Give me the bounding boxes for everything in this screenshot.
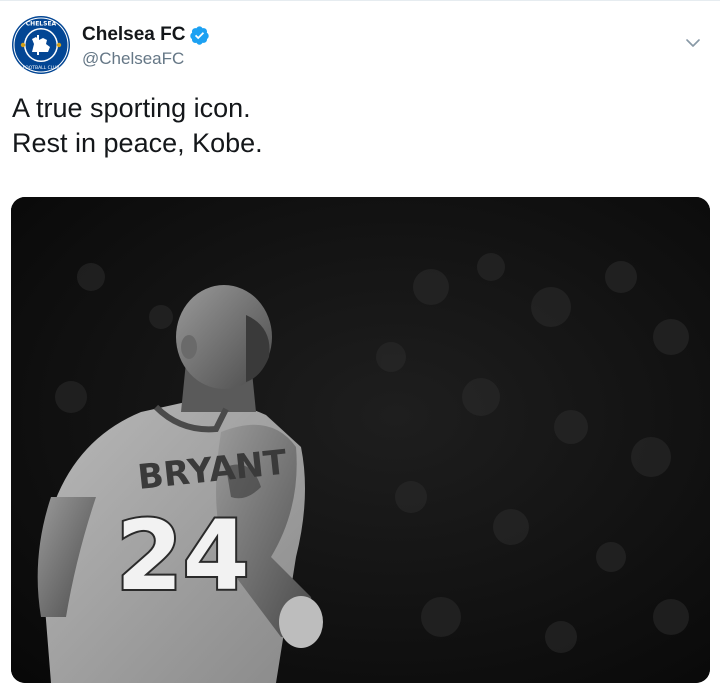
tweet-media-photo[interactable]: BRYANT 24 bbox=[11, 197, 710, 683]
display-name[interactable]: Chelsea FC bbox=[82, 24, 185, 46]
svg-text:CHELSEA: CHELSEA bbox=[26, 21, 57, 28]
chelsea-crest-icon: CHELSEA FOOTBALL CLUB bbox=[10, 14, 72, 76]
jersey-number: 24 bbox=[116, 500, 250, 612]
chevron-down-icon[interactable] bbox=[684, 34, 702, 52]
tweet-text-line-2: Rest in peace, Kobe. bbox=[12, 128, 263, 158]
account-names: Chelsea FC @ChelseaFC bbox=[82, 22, 210, 69]
display-name-row: Chelsea FC bbox=[82, 22, 210, 48]
account-handle[interactable]: @ChelseaFC bbox=[82, 49, 210, 69]
kobe-bryant-photo: BRYANT 24 bbox=[11, 197, 710, 683]
tweet-text-line-1: A true sporting icon. bbox=[12, 93, 251, 123]
svg-text:FOOTBALL CLUB: FOOTBALL CLUB bbox=[23, 65, 60, 71]
avatar[interactable]: CHELSEA FOOTBALL CLUB bbox=[10, 14, 72, 76]
tweet-header: CHELSEA FOOTBALL CLUB Chelsea FC @Chelse… bbox=[10, 14, 710, 80]
tweet-card: CHELSEA FOOTBALL CLUB Chelsea FC @Chelse… bbox=[0, 0, 720, 693]
verified-badge-icon bbox=[190, 25, 210, 45]
tweet-text: A true sporting icon. Rest in peace, Kob… bbox=[12, 91, 263, 161]
